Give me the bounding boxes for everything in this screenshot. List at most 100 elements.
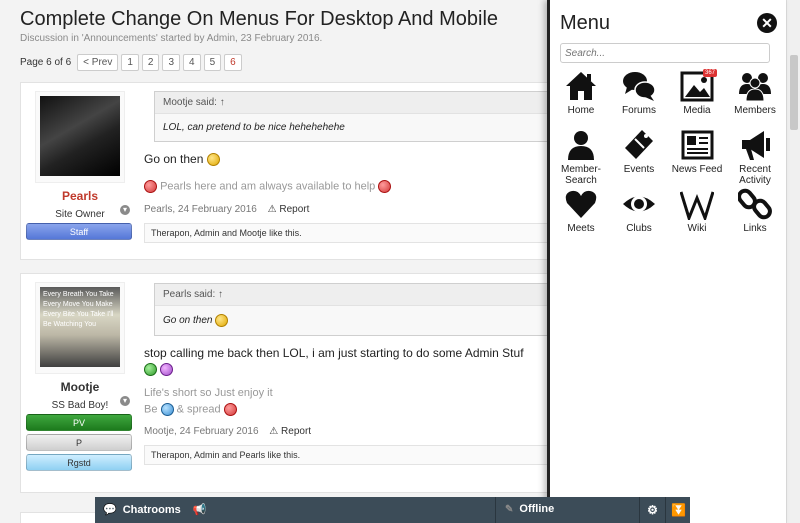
meets-icon	[565, 190, 597, 218]
gear-icon[interactable]: ⚙	[639, 497, 665, 523]
message-text: stop calling me back then LOL, i am just…	[144, 346, 524, 360]
username[interactable]: Mootje	[28, 380, 132, 394]
menu-item-label: Links	[743, 223, 767, 234]
menu-item-home[interactable]: Home	[552, 70, 610, 129]
avatar[interactable]	[40, 96, 120, 176]
user-badge-staff: Staff	[26, 223, 132, 240]
events-icon	[625, 130, 653, 159]
status-label: Offline	[519, 503, 555, 515]
expand-icon[interactable]: ▾	[120, 396, 130, 406]
menu-item-meets[interactable]: Meets	[552, 188, 610, 247]
scrollbar-thumb[interactable]	[790, 55, 798, 130]
menu-item-label: Recent Activity	[739, 164, 771, 186]
collapse-icon[interactable]: ⏬	[665, 497, 691, 523]
quote-block: Pearls said: ↑ Go on then	[154, 283, 551, 336]
emoji-icon	[144, 180, 157, 193]
avatar-frame[interactable]	[35, 91, 125, 183]
menu-item-events[interactable]: Events	[610, 129, 668, 188]
quote-text-body: Go on then	[163, 315, 213, 327]
status-icon: ✎	[505, 503, 514, 515]
news-feed-icon	[681, 130, 714, 160]
pager-prev[interactable]: < Prev	[77, 54, 119, 71]
pager-page-6[interactable]: 6	[224, 54, 242, 71]
menu-item-member-search[interactable]: Member-Search	[552, 129, 610, 188]
report-link[interactable]: ⚠ Report	[268, 204, 310, 215]
links-icon	[738, 188, 772, 220]
menu-item-links[interactable]: Links	[726, 188, 784, 247]
quote-text: Go on then	[155, 306, 550, 335]
chatrooms-toggle[interactable]: 💬 Chatrooms 📢	[103, 503, 207, 517]
user-badge-pv: PV	[26, 414, 132, 431]
user-badge-p: P	[26, 434, 132, 451]
avatar[interactable]: Every Breath You Take Every Move You Mak…	[40, 287, 120, 367]
signature: Pearls here and am always available to h…	[144, 180, 392, 193]
user-block: Pearls Site Owner ▾ Staff	[26, 91, 132, 240]
chatrooms-label: Chatrooms	[122, 503, 181, 516]
post: Every Breath You Take Every Move You Mak…	[20, 273, 551, 493]
menu-item-clubs[interactable]: Clubs	[610, 188, 668, 247]
menu-item-label: Events	[623, 164, 655, 175]
menu-item-news-feed[interactable]: News Feed	[668, 129, 726, 188]
chat-bubble-icon: 💬	[103, 504, 117, 516]
quote-author[interactable]: Mootje said: ↑	[155, 92, 550, 114]
emoji-icon	[215, 314, 229, 327]
warning-icon: ⚠	[269, 426, 279, 437]
pager-label: Page 6 of 6	[20, 57, 72, 68]
likes-summary[interactable]: Therapon, Admin and Mootje like this.	[144, 223, 551, 243]
username[interactable]: Pearls	[28, 189, 132, 203]
message-text: Go on then	[144, 152, 220, 167]
thread-title: Complete Change On Menus For Desktop And…	[20, 8, 499, 30]
menu-item-label: Home	[567, 105, 595, 116]
post-author-date[interactable]: Mootje, 24 February 2016	[144, 426, 259, 437]
pager-page-2[interactable]: 2	[141, 54, 160, 71]
avatar-frame[interactable]: Every Breath You Take Every Move You Mak…	[35, 282, 125, 374]
thread-meta: Discussion in 'Announcements' started by…	[20, 33, 323, 44]
expand-icon[interactable]: ▾	[120, 205, 130, 215]
wiki-icon	[680, 191, 714, 220]
menu-item-label: Members	[734, 105, 776, 116]
close-icon[interactable]: ✕	[757, 13, 777, 33]
recent-activity-icon	[742, 131, 770, 160]
pager-page-4[interactable]: 4	[183, 54, 201, 71]
menu-item-label: Wiki	[687, 223, 707, 234]
clubs-icon	[623, 196, 655, 212]
emoji-icon	[144, 363, 157, 377]
menu-item-label: Forums	[622, 105, 656, 116]
menu-item-members[interactable]: Members	[726, 70, 784, 129]
menu-item-label: Member-Search	[560, 164, 601, 186]
pager-page-5[interactable]: 5	[203, 54, 222, 71]
signature-line-1: Life's short so Just enjoy it	[144, 387, 273, 399]
members-icon	[739, 73, 771, 102]
member-search-icon	[568, 131, 594, 160]
menu-item-label: Meets	[567, 223, 595, 234]
report-link[interactable]: ⚠ Report	[269, 426, 311, 437]
menu-item-forums[interactable]: Forums	[610, 70, 668, 129]
chat-status[interactable]: ✎ Offline	[505, 503, 554, 515]
emoji-icon	[160, 363, 174, 377]
signature-text: Pearls here and am always available to h…	[160, 180, 376, 193]
post-author-date[interactable]: Pearls, 24 February 2016	[144, 204, 257, 215]
menu-item-recent-activity[interactable]: Recent Activity	[726, 129, 784, 188]
menu-item-wiki[interactable]: Wiki	[668, 188, 726, 247]
user-title-text: SS Bad Boy!	[51, 400, 109, 411]
quote-author[interactable]: Pearls said: ↑	[155, 284, 550, 306]
user-block: Every Breath You Take Every Move You Mak…	[26, 282, 132, 471]
report-label: Report	[281, 426, 312, 437]
menu-grid: Home Forums 367 Media Members Member-Sea…	[552, 69, 784, 247]
page-scrollbar[interactable]	[786, 0, 800, 523]
menu-item-media[interactable]: 367 Media	[668, 69, 726, 129]
user-title: SS Bad Boy! ▾	[28, 396, 132, 411]
menu-search-input[interactable]	[560, 43, 770, 63]
post: Pearls Site Owner ▾ Staff Mootje said: ↑…	[20, 82, 551, 260]
pager-page-3[interactable]: 3	[162, 54, 181, 71]
home-icon	[566, 72, 596, 100]
likes-summary[interactable]: Therapon, Admin and Pearls like this.	[144, 445, 551, 465]
menu-item-label: Clubs	[626, 223, 652, 234]
pager-page-1[interactable]: 1	[121, 54, 139, 71]
emoji-icon	[206, 153, 220, 167]
divider	[495, 497, 496, 523]
emoji-icon	[378, 180, 392, 193]
menu-panel: Menu ✕ Home Forums 367 Media Members Mem…	[547, 0, 786, 523]
forums-icon	[623, 72, 656, 101]
megaphone-icon[interactable]: 📢	[193, 503, 207, 516]
